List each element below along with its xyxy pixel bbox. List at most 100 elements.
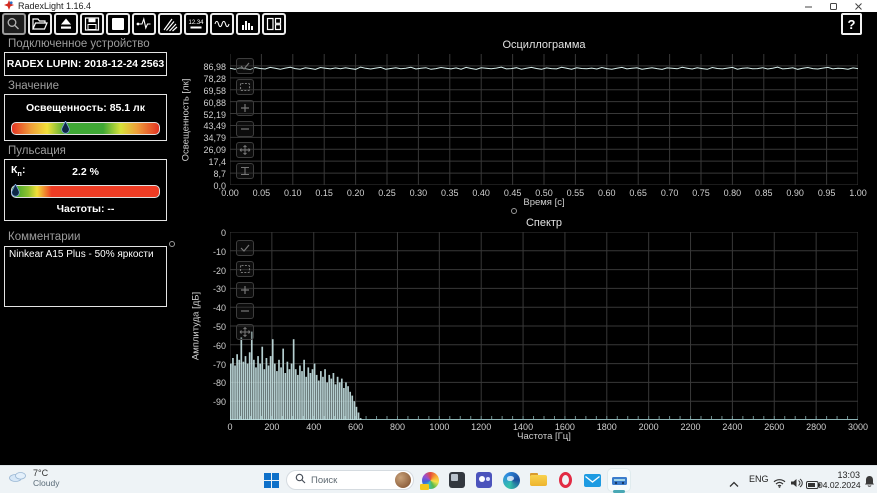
taskbar-app-edge-icon[interactable] [500,469,522,491]
device-section-header: Подключенное устройство [8,38,150,50]
stop-button[interactable] [106,12,130,35]
value-box: Освещенность: 85.1 лк [4,94,167,141]
axis-tool-button[interactable] [236,163,254,179]
minimize-button[interactable] [804,2,813,11]
taskbar-apps [419,469,630,493]
zoom-in-tool-button[interactable] [236,100,254,116]
illuminance-gauge [11,120,160,135]
device-name: RADEX LUPIN: 2018-12-24 2563 [6,58,165,70]
tick-label: 34,79 [203,133,226,144]
pan-tool-button[interactable] [236,324,254,340]
search-placeholder: Поиск [311,474,338,486]
comments-textarea[interactable]: Ninkear A15 Plus - 50% яркости [4,246,167,307]
layout-columns-button[interactable] [262,12,286,35]
tick-label: -70 [212,359,226,370]
save-button[interactable] [80,12,104,35]
oscillogram-x-axis-title: Время [с] [523,197,565,208]
zoom-out-tool-button[interactable] [236,303,254,319]
tick-label: -50 [212,322,226,332]
spectrum-view-button[interactable] [236,12,260,35]
window-tool-button[interactable] [236,79,254,95]
kp-value: 2.2 % [72,166,99,178]
spectrum-x-axis-title: Частота [Гц] [517,431,571,442]
open-folder-button[interactable] [28,12,52,35]
tray-chevron-up-icon[interactable] [729,475,739,493]
tick-label: 69,58 [203,85,226,96]
tick-label: 52,19 [203,109,226,120]
spectrum-tools [236,240,254,345]
start-button[interactable] [264,473,279,493]
restore-button[interactable] [829,2,838,11]
taskbar-app-explorer-icon[interactable] [527,469,549,491]
taskbar-app-mail-icon[interactable] [581,469,603,491]
waveform-view-button[interactable] [210,12,234,35]
tray-language[interactable]: ENG [749,474,769,484]
tick-label: 8,7 [213,169,226,180]
oscillogram-title: Осциллограмма [502,39,586,51]
zoom-out-tool-button[interactable] [236,121,254,137]
zoom-in-tool-button[interactable] [236,282,254,298]
weather-temp: 7°C [33,468,49,478]
taskbar-app-photos-icon[interactable] [446,469,468,491]
close-button[interactable] [854,2,863,11]
weather-condition: Cloudy [33,478,60,488]
tray-time: 13:03 [837,470,860,480]
select-tool-button[interactable] [236,240,254,256]
search-highlight-avatar[interactable] [395,472,411,488]
window-title: RadexLight 1.16.4 [18,1,92,11]
wifi-icon[interactable] [773,475,786,493]
tick-label: 60,88 [203,97,226,108]
spectrum-y-tick-labels: 0 -10 -20 -30 -40 -50 -60 -70 -80 -90 [188,228,226,420]
spectrum-plot[interactable] [230,232,858,420]
tick-label: -30 [212,284,226,295]
taskbar-app-opera-icon[interactable] [554,469,576,491]
tick-label: -20 [212,265,226,276]
taskbar-weather-widget[interactable]: 7°C Cloudy [8,468,59,488]
cloud-icon [8,469,28,487]
window-tool-button[interactable] [236,261,254,277]
oscillogram-y-tick-labels: 86,98 78,28 69,58 60,88 52,19 43,49 34,79 26,09… [188,54,226,191]
illuminance-reading: Освещенность: 85.1 лк [26,102,145,114]
tick-label: -90 [212,397,226,408]
brush-fan-button[interactable] [158,12,182,35]
tick-label: 78,28 [203,73,226,84]
tick-label: 0 [220,228,226,238]
search-box[interactable]: Поиск [286,470,414,490]
toolbar-buttons: 12.34 [2,12,288,35]
tick-label: -40 [212,303,226,314]
magnifier-button[interactable] [2,12,26,35]
taskbar-app-paint-icon[interactable] [419,469,441,491]
taskbar: 7°C Cloudy Поиск ENG 13:03 04.02.2024 [0,465,877,493]
eject-button[interactable] [54,12,78,35]
comments-section-header: Комментарии [8,231,81,243]
pulse-trace-button[interactable] [132,12,156,35]
comments-resize-handle[interactable] [169,241,175,247]
speaker-icon[interactable] [790,475,803,493]
oscillogram-plot[interactable] [230,54,858,185]
pulsation-gauge-marker [11,183,20,203]
tray-date: 04.02.2024 [818,480,861,490]
notification-bell-icon[interactable] [864,474,875,492]
pulsation-section-header: Пульсация [8,145,66,157]
tick-label: 17,4 [208,157,226,168]
chart-splitter-handle[interactable] [511,208,517,214]
pan-tool-button[interactable] [236,142,254,158]
tray-clock[interactable]: 13:03 04.02.2024 [818,470,861,490]
tick-label: -80 [212,378,226,389]
device-name-box: RADEX LUPIN: 2018-12-24 2563 [4,52,167,76]
spectrum-title: Спектр [525,217,563,229]
help-button[interactable]: ? [841,13,862,35]
toolbar: 12.34 ? [0,12,877,35]
search-icon [295,471,306,489]
select-tool-button[interactable] [236,58,254,74]
pulsation-gauge [11,183,160,198]
tick-label: 43,49 [203,121,226,132]
numeric-display-button[interactable]: 12.34 [184,12,208,35]
kp-label: Кп: [11,164,26,179]
illuminance-gauge-marker [61,120,70,140]
oscillogram-tools [236,58,254,184]
window-titlebar: RadexLight 1.16.4 [0,0,877,12]
frequencies-label: Частоты: -- [56,203,115,215]
taskbar-app-teams-icon[interactable] [473,469,495,491]
taskbar-app-radexlight-icon[interactable] [608,469,630,493]
